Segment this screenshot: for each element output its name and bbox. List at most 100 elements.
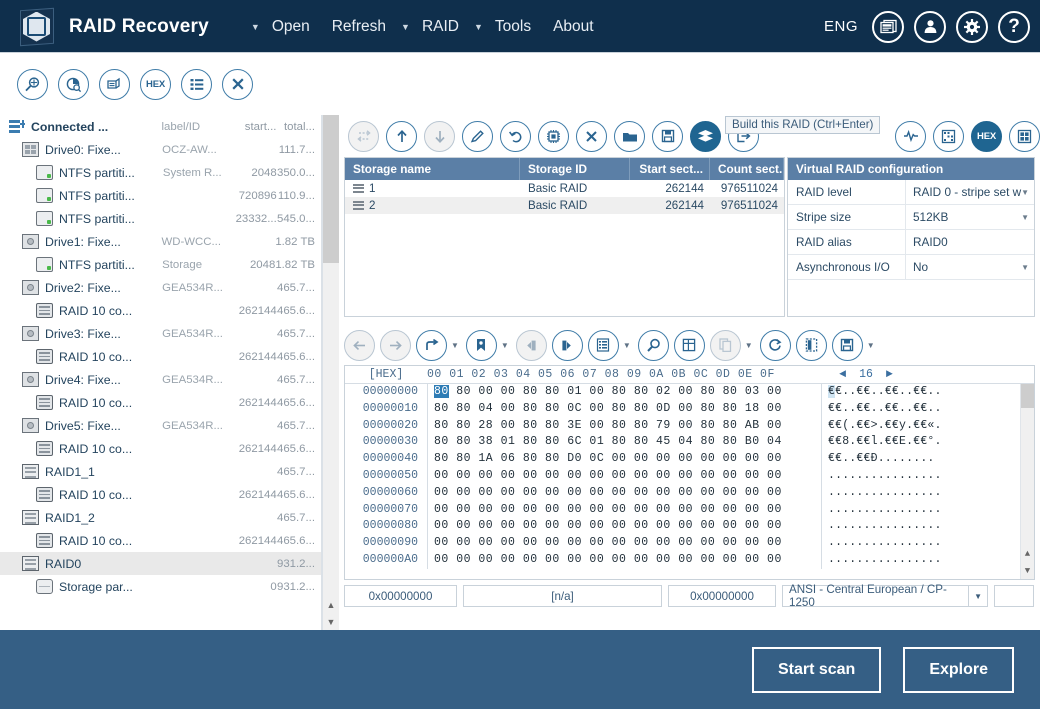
hex-ascii[interactable]: ................ [821,551,1034,569]
pager-prev-icon[interactable]: ◄ [839,368,846,381]
hex-scroll-thumb[interactable] [1021,384,1034,408]
hex-ascii[interactable]: ................ [821,501,1034,519]
prev-bookmark-icon[interactable] [515,329,547,361]
tree-row[interactable]: Drive3: Fixe... GEA534R... 465.7... [0,322,321,345]
hex-line[interactable]: 00000000 80 80 00 00 80 80 01 00 80 80 02… [345,384,1034,401]
menu-item-tools[interactable]: Tools [484,14,542,40]
search-icon[interactable] [637,329,669,361]
hex-line[interactable]: 00000060 00 00 00 00 00 00 00 00 00 00 00… [345,484,1034,502]
hex-ascii[interactable]: ................ [821,467,1034,485]
hex-ascii[interactable]: €€(.€€>.€€y.€€«. [821,417,1034,435]
sectors-map-icon[interactable] [933,120,964,152]
hex-ascii[interactable]: ................ [821,484,1034,502]
tree-row[interactable]: Drive5: Fixe... GEA534R... 465.7... [0,414,321,437]
encoding-select[interactable]: ANSI - Central European / CP-1250 ▼ [782,583,988,609]
save-icon[interactable] [652,120,683,152]
forward-icon[interactable] [380,329,411,361]
hex-bytes[interactable]: 00 00 00 00 00 00 00 00 00 00 00 00 00 0… [427,484,821,502]
tree-row[interactable]: Drive1: Fixe... WD-WCC... 1.82 TB [0,230,321,253]
status-extra-field[interactable] [994,585,1034,607]
remove-icon[interactable] [576,120,607,152]
hex-line[interactable]: 00000080 00 00 00 00 00 00 00 00 00 00 00… [345,518,1034,536]
chevron-down-icon-open[interactable]: ▼ [247,22,261,32]
hex-ascii[interactable]: €€8.€€l.€€E.€€°. [821,434,1034,452]
help-icon[interactable]: ? [998,10,1030,43]
tree-row[interactable]: NTFS partiti... 23332... 545.0... [0,207,321,230]
raid-config-row[interactable]: Asynchronous I/O No ▼ [788,255,1034,280]
hex-line[interactable]: 00000030 80 80 38 01 80 80 6C 01 80 80 45… [345,434,1034,452]
device-tree[interactable]: Connected ... label/ID start... total... Dri… [0,115,322,630]
tree-row[interactable]: NTFS partiti... System R... 2048 350.0... [0,161,321,184]
virtual-raid-configuration[interactable]: Virtual RAID configuration RAID level RAI… [787,157,1035,317]
chevron-down-icon[interactable]: ▼ [1021,188,1029,197]
hex-scroll-up-icon[interactable]: ▲ [1021,545,1034,562]
tree-row[interactable]: RAID 10 co... 262144 465.6... [0,483,321,506]
raid-config-value[interactable]: 512KB ▼ [906,205,1034,229]
save-file-icon[interactable] [831,329,863,361]
hex-bytes[interactable]: 80 80 38 01 80 80 6C 01 80 80 45 04 80 8… [427,434,821,452]
language-selector[interactable]: ENG [824,18,858,35]
health-icon[interactable] [895,120,926,152]
scroll-down-icon[interactable]: ▼ [323,613,339,630]
hex-view-icon[interactable]: HEX [140,68,171,100]
chip-icon[interactable] [538,120,569,152]
gear-icon[interactable] [956,10,988,43]
sidebar-scroll-thumb[interactable] [323,115,339,263]
raid-config-row[interactable]: Stripe size 512KB ▼ [788,205,1034,230]
column-view-icon[interactable] [795,329,827,361]
pager-next-icon[interactable]: ► [886,368,893,381]
hex-bytes[interactable]: 00 00 00 00 00 00 00 00 00 00 00 00 00 0… [427,518,821,536]
edit-icon[interactable] [462,120,493,152]
sidebar-scrollbar[interactable]: ▲ ▼ [322,115,339,630]
menu-item-raid[interactable]: RAID [411,14,470,40]
hex-bytes[interactable]: 80 80 28 00 80 80 3E 00 80 80 79 00 80 8… [427,417,821,435]
hex-bytes[interactable]: 80 80 04 00 80 80 0C 00 80 80 0D 00 80 8… [427,400,821,418]
status-selection-field[interactable]: 0x00000000 [668,585,776,607]
hex-line[interactable]: 00000010 80 80 04 00 80 80 0C 00 80 80 0D… [345,400,1034,418]
hex-editor[interactable]: [HEX] 00 01 02 03 04 05 06 07 08 09 0A 0… [344,365,1035,580]
selected-byte[interactable]: 80 [434,385,449,398]
selected-ascii[interactable]: € [828,385,836,398]
table-row[interactable]: 1 Basic RAID 262144 976511024 [345,180,784,197]
tree-row[interactable]: NTFS partiti... Storage 2048 1.82 TB [0,253,321,276]
tree-header-row[interactable]: Connected ... label/ID start... total... [0,115,321,138]
undo-icon[interactable] [500,120,531,152]
chevron-down-icon-copy[interactable]: ▼ [745,341,753,350]
tree-row[interactable]: RAID 10 co... 262144 465.6... [0,437,321,460]
move-down-icon[interactable] [424,120,455,152]
chevron-down-icon-template[interactable]: ▼ [623,341,631,350]
tree-row[interactable]: RAID 10 co... 262144 465.6... [0,391,321,414]
table-view-icon[interactable] [673,329,705,361]
hex-ascii[interactable]: ................ [821,518,1034,536]
copy-icon[interactable] [709,329,741,361]
hex-line[interactable]: 00000050 00 00 00 00 00 00 00 00 00 00 00… [345,467,1034,485]
hex-ascii[interactable]: €€..€€Ð........ [821,451,1034,468]
next-bookmark-icon[interactable] [551,329,583,361]
tree-row[interactable]: NTFS partiti... 720896 110.9... [0,184,321,207]
hex-line[interactable]: 00000040 80 80 1A 06 80 80 D0 0C 00 00 00… [345,451,1034,468]
tree-row[interactable]: Storage par... 0 931.2... [0,575,321,598]
hex-bytes[interactable]: 80 80 00 00 80 80 01 00 80 80 02 00 80 8… [427,384,821,401]
back-icon[interactable] [344,329,375,361]
refresh-icon[interactable] [759,329,791,361]
open-image-icon[interactable] [99,68,130,100]
chevron-down-icon-goto[interactable]: ▼ [451,341,459,350]
column-start-sector[interactable]: Start sect... [630,158,710,180]
hex-bytes-per-row[interactable]: ◄ 16 ► [821,368,911,381]
open-folder-icon[interactable] [614,120,645,152]
chevron-down-icon[interactable]: ▼ [1021,213,1029,222]
start-scan-button[interactable]: Start scan [751,646,882,693]
chevron-down-icon-bookmark[interactable]: ▼ [501,341,509,350]
raid-config-row[interactable]: RAID alias RAID0 [788,230,1034,255]
template-list-icon[interactable] [587,329,619,361]
properties-list-icon[interactable] [181,68,212,100]
column-storage-name[interactable]: Storage name [345,158,520,180]
tree-row[interactable]: RAID1_2 465.7... [0,506,321,529]
tree-row[interactable]: Drive2: Fixe... GEA534R... 465.7... [0,276,321,299]
chevron-down-icon-encoding[interactable]: ▼ [968,586,987,606]
scroll-up-icon[interactable]: ▲ [323,596,339,613]
hex-line[interactable]: 00000090 00 00 00 00 00 00 00 00 00 00 00… [345,535,1034,552]
hex-bytes[interactable]: 00 00 00 00 00 00 00 00 00 00 00 00 00 0… [427,551,821,569]
chevron-down-icon[interactable]: ▼ [1021,263,1029,272]
hex-bytes[interactable]: 80 80 1A 06 80 80 D0 0C 00 00 00 00 00 0… [427,451,821,468]
